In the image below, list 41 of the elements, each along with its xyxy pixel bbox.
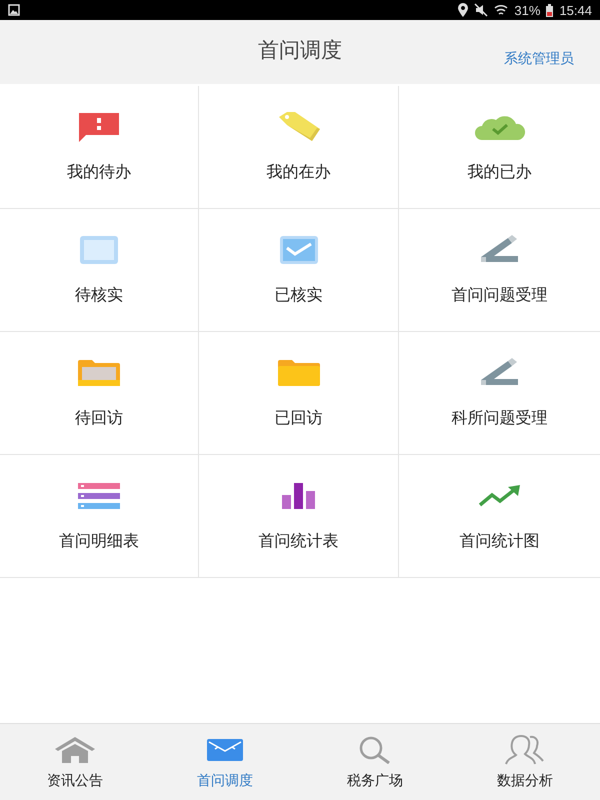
mute-icon: [474, 3, 488, 17]
nav-tab[interactable]: 资讯公告: [0, 724, 150, 800]
window-icon: [79, 235, 119, 265]
trend-arrow-icon: [478, 484, 522, 508]
clock-time: 15:44: [559, 2, 592, 18]
menu-tile[interactable]: 待核实: [0, 209, 199, 332]
menu-tile[interactable]: 已核实: [199, 209, 399, 332]
image-icon: [8, 4, 20, 16]
cloud-check-icon: [474, 113, 526, 141]
wifi-icon: [494, 3, 508, 17]
checkmark-window-icon: [278, 235, 318, 265]
location-icon: [458, 3, 468, 17]
user-link[interactable]: 系统管理员: [504, 50, 574, 68]
people-icon: [504, 735, 546, 765]
pen-icon: [480, 235, 520, 265]
battery-percent: 31%: [514, 2, 540, 18]
page-title: 首问调度: [258, 37, 342, 64]
speech-bubble-icon: [77, 111, 121, 143]
menu-tile[interactable]: 首问问题受理: [399, 209, 600, 332]
nav-tab[interactable]: 税务广场: [300, 724, 450, 800]
bar-chart-icon: [280, 483, 316, 509]
folder-icon: [276, 359, 320, 387]
folder-icon: [77, 359, 121, 387]
menu-tile[interactable]: 科所问题受理: [399, 332, 600, 455]
tag-icon: [276, 111, 320, 143]
menu-tile[interactable]: 首问统计表: [199, 455, 399, 578]
menu-tile[interactable]: 首问明细表: [0, 455, 199, 578]
menu-tile[interactable]: 我的已办: [399, 86, 600, 209]
list-icon: [77, 483, 121, 509]
envelope-icon: [206, 738, 244, 762]
menu-tile[interactable]: 我的待办: [0, 86, 199, 209]
battery-icon: [546, 4, 554, 16]
pen-icon: [480, 358, 520, 388]
menu-tile[interactable]: 已回访: [199, 332, 399, 455]
menu-tile[interactable]: 首问统计图: [399, 455, 600, 578]
nav-tab[interactable]: 首问调度: [150, 724, 300, 800]
nav-tab[interactable]: 数据分析: [450, 724, 600, 800]
menu-tile[interactable]: 待回访: [0, 332, 199, 455]
search-icon: [357, 736, 393, 764]
menu-tile[interactable]: 我的在办: [199, 86, 399, 209]
house-icon: [54, 736, 96, 764]
